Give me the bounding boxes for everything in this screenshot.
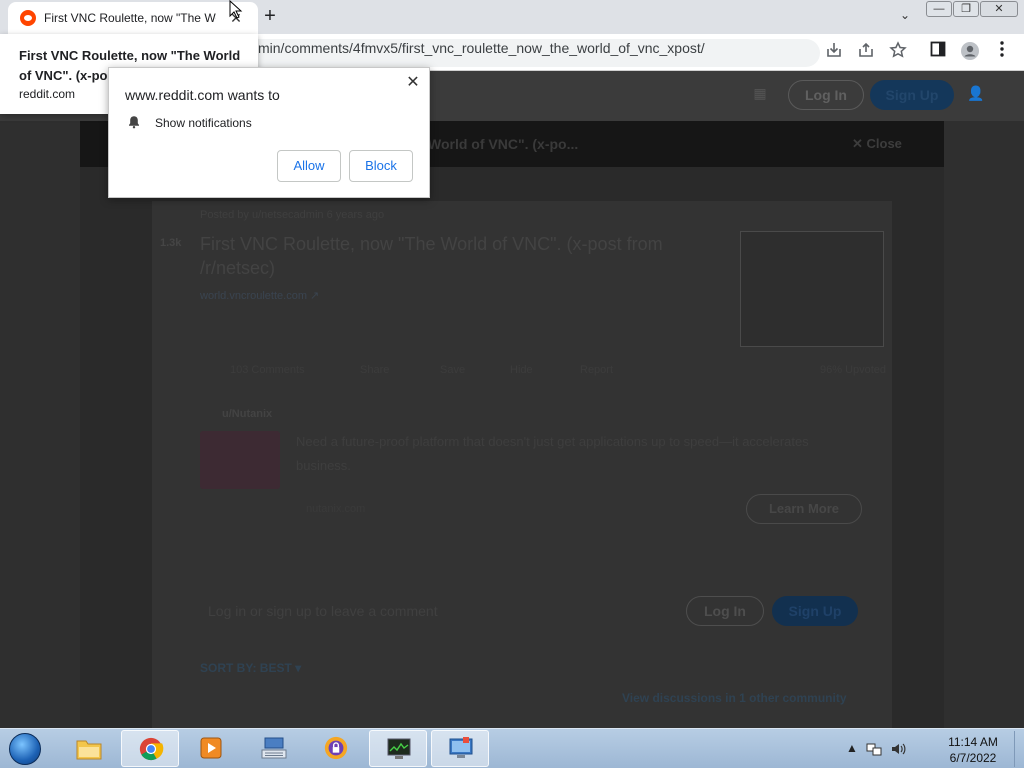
media-player-icon bbox=[200, 737, 222, 759]
allow-button[interactable]: Allow bbox=[277, 150, 341, 182]
browser-tab[interactable]: First VNC Roulette, now "The World of VN… bbox=[8, 2, 258, 34]
hide-action[interactable]: Hide bbox=[510, 364, 533, 376]
bookmark-star-icon[interactable] bbox=[886, 41, 910, 65]
post-thumbnail[interactable] bbox=[740, 231, 884, 347]
taskbar-explorer[interactable] bbox=[60, 730, 118, 767]
windows-taskbar: ▲ 11:14 AM 6/7/2022 bbox=[0, 728, 1024, 768]
taskbar-network-monitor[interactable] bbox=[369, 730, 427, 767]
taskbar-chrome[interactable] bbox=[121, 730, 179, 767]
share-action[interactable]: Share bbox=[360, 364, 389, 376]
clock-time: 11:14 AM bbox=[948, 735, 998, 749]
taskbar-keyboard-app[interactable] bbox=[245, 730, 303, 767]
address-bar-url: min/comments/4fmvx5/first_vnc_roulette_n… bbox=[258, 40, 705, 56]
save-action[interactable]: Save bbox=[440, 364, 465, 376]
show-hidden-icons-icon[interactable]: ▲ bbox=[844, 741, 860, 757]
mouse-cursor-icon bbox=[229, 0, 243, 19]
bell-icon bbox=[129, 116, 139, 129]
security-lock-icon bbox=[324, 736, 348, 760]
monitor-chart-icon bbox=[387, 738, 411, 759]
tab-title: First VNC Roulette, now "The World of VN… bbox=[44, 11, 216, 25]
volume-tray-icon[interactable] bbox=[890, 741, 906, 757]
header-signup-button[interactable]: Sign Up bbox=[870, 80, 954, 110]
ad-user[interactable]: u/Nutanix bbox=[222, 408, 272, 420]
taskbar-remote-desktop[interactable] bbox=[431, 730, 489, 767]
permission-item-notifications: Show notifications bbox=[155, 116, 252, 130]
comments-action[interactable]: 103 Comments bbox=[230, 364, 305, 376]
side-panel-icon[interactable] bbox=[926, 41, 950, 65]
post-bar-title: World of VNC". (x-po... bbox=[428, 136, 579, 152]
browser-titlebar: First VNC Roulette, now "The World of VN… bbox=[0, 0, 1024, 34]
post-title: First VNC Roulette, now "The World of VN… bbox=[200, 234, 663, 278]
taskbar-clock[interactable]: 11:14 AM 6/7/2022 bbox=[940, 734, 1006, 766]
menu-kebab-icon[interactable] bbox=[990, 41, 1014, 65]
permission-close-icon[interactable]: ✕ bbox=[403, 73, 423, 93]
ad-text: Need a future-proof platform that doesn'… bbox=[296, 434, 809, 473]
report-action[interactable]: Report bbox=[580, 364, 613, 376]
network-tray-icon[interactable] bbox=[866, 741, 882, 757]
windows-logo-icon bbox=[9, 733, 41, 765]
clock-date: 6/7/2022 bbox=[949, 751, 997, 765]
header-login-button[interactable]: Log In bbox=[788, 80, 864, 110]
post-close-button[interactable]: ✕ Close bbox=[852, 136, 902, 152]
ad-image[interactable] bbox=[200, 431, 280, 489]
tab-hover-domain: reddit.com bbox=[19, 87, 76, 101]
keyboard-icon bbox=[261, 737, 287, 759]
permission-title: www.reddit.com wants to bbox=[125, 87, 280, 103]
folder-icon bbox=[76, 740, 102, 760]
block-button[interactable]: Block bbox=[349, 150, 413, 182]
start-button[interactable] bbox=[4, 731, 46, 767]
qr-code-icon[interactable]: ▦ bbox=[750, 85, 770, 105]
show-desktop-button[interactable] bbox=[1014, 731, 1024, 767]
chrome-icon bbox=[139, 737, 164, 761]
close-window-button[interactable]: ✕ bbox=[980, 1, 1018, 17]
profile-avatar-icon[interactable] bbox=[958, 41, 982, 65]
sort-by-dropdown[interactable]: SORT BY: BEST ▾ bbox=[200, 661, 301, 675]
new-tab-button[interactable]: + bbox=[258, 5, 282, 29]
install-app-icon[interactable] bbox=[822, 41, 846, 65]
vote-count: 1.3k bbox=[160, 237, 182, 249]
learn-more-button[interactable]: Learn More bbox=[746, 494, 862, 524]
minimize-button[interactable]: — bbox=[926, 1, 952, 17]
post-link-domain[interactable]: world.vncroulette.com ↗ bbox=[200, 289, 319, 302]
post-actions: 103 Comments Share Save Hide Report 96% … bbox=[200, 364, 886, 384]
reddit-favicon-icon bbox=[20, 10, 36, 26]
user-menu-icon[interactable]: 👤 bbox=[966, 85, 986, 105]
taskbar-media-player[interactable] bbox=[182, 730, 240, 767]
tab-search-chevron-icon[interactable]: ⌄ bbox=[896, 8, 914, 26]
ad-domain[interactable]: nutanix.com bbox=[306, 503, 365, 515]
maximize-button[interactable]: ❐ bbox=[953, 1, 979, 17]
post-meta: Posted by u/netsecadmin 6 years ago bbox=[200, 209, 385, 221]
remote-desktop-icon bbox=[449, 737, 473, 758]
view-discussions-link[interactable]: View discussions in 1 other community bbox=[622, 691, 847, 705]
comment-login-prompt: Log in or sign up to leave a comment bbox=[208, 603, 438, 619]
comment-login-button[interactable]: Log In bbox=[686, 596, 764, 626]
taskbar-security-app[interactable] bbox=[307, 730, 365, 767]
share-icon[interactable] bbox=[854, 41, 878, 65]
notification-permission-prompt: www.reddit.com wants to ✕ Show notificat… bbox=[108, 67, 430, 198]
comment-signup-button[interactable]: Sign Up bbox=[772, 596, 858, 626]
upvoted-ratio: 96% Upvoted bbox=[820, 364, 887, 376]
